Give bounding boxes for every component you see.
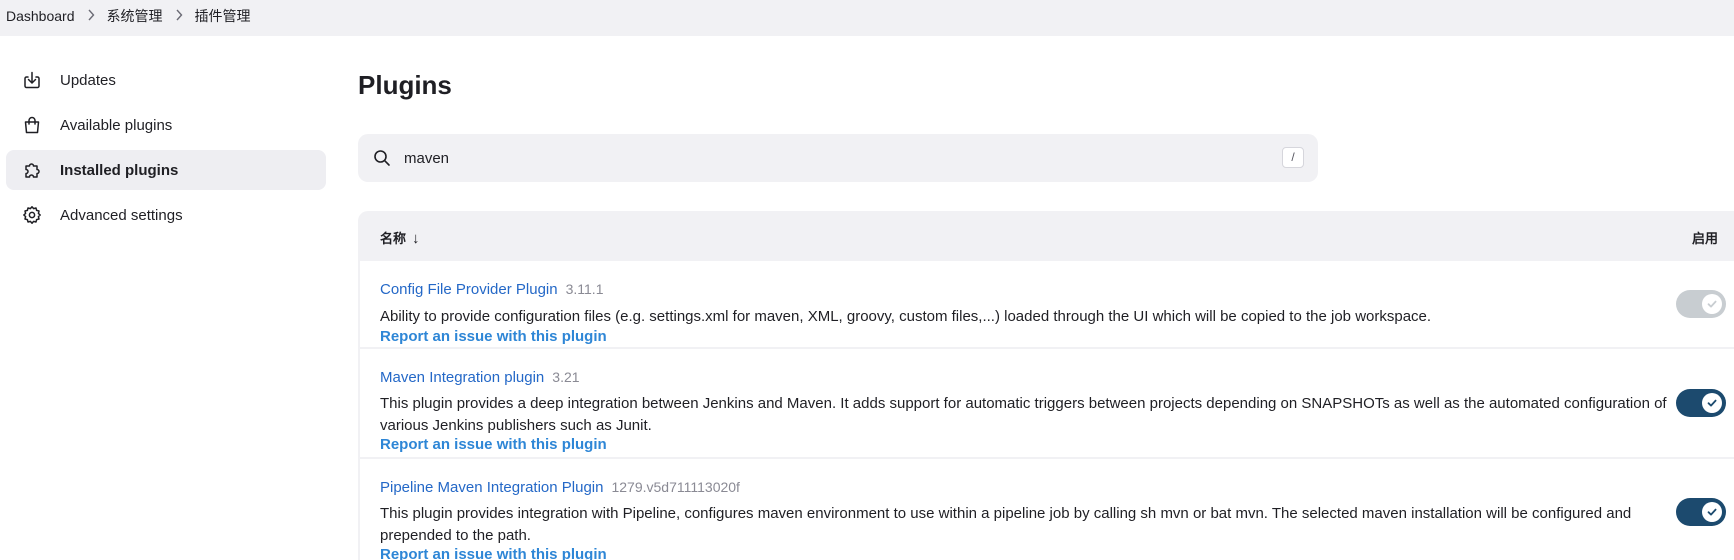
table-row: Maven Integration plugin 3.21 This plugin… bbox=[360, 349, 1734, 459]
search-bar: / bbox=[358, 134, 1318, 182]
plugins-table: 名称 ↓ 启用 Config File Provider Plugin 3.11.1… bbox=[358, 211, 1734, 560]
plugin-name: Pipeline Maven Integration Plugin bbox=[380, 479, 604, 496]
column-header-name[interactable]: 名称 ↓ bbox=[380, 228, 420, 247]
plugin-version: 3.21 bbox=[552, 369, 580, 385]
download-icon bbox=[20, 68, 44, 92]
sidebar-item-available-plugins[interactable]: Available plugins bbox=[6, 105, 326, 145]
plugin-description: This plugin provides a deep integration … bbox=[380, 395, 1667, 434]
sidebar-item-label: Available plugins bbox=[60, 116, 173, 134]
page-title: Plugins bbox=[358, 70, 452, 100]
sidebar: Updates Available plugins Installed plug… bbox=[6, 60, 326, 240]
enable-toggle[interactable] bbox=[1676, 290, 1726, 318]
check-icon bbox=[1702, 294, 1722, 314]
sidebar-item-label: Updates bbox=[60, 71, 116, 89]
column-header-name-label: 名称 bbox=[380, 231, 407, 246]
gear-icon bbox=[20, 203, 44, 227]
report-issue-link[interactable]: Report an issue with this plugin bbox=[380, 546, 607, 560]
plugin-description: This plugin provides integration with Pi… bbox=[380, 505, 1632, 544]
breadcrumb: Dashboard 系统管理 插件管理 bbox=[6, 6, 251, 26]
check-icon bbox=[1702, 502, 1722, 522]
sidebar-item-label: Advanced settings bbox=[60, 206, 183, 224]
sidebar-item-installed-plugins[interactable]: Installed plugins bbox=[6, 150, 326, 190]
report-issue-link[interactable]: Report an issue with this plugin bbox=[380, 328, 607, 345]
keyboard-shortcut-hint: / bbox=[1282, 147, 1304, 168]
breadcrumb-plugin-management[interactable]: 插件管理 bbox=[195, 6, 251, 26]
plugin-version: 3.11.1 bbox=[565, 281, 604, 297]
plugin-name: Maven Integration plugin bbox=[380, 369, 545, 386]
plugin-name-link[interactable]: Maven Integration plugin 3.21 bbox=[380, 369, 580, 386]
plugin-name-link[interactable]: Config File Provider Plugin 3.11.1 bbox=[380, 281, 603, 298]
breadcrumb-system-management[interactable]: 系统管理 bbox=[107, 6, 163, 26]
plugin-name: Config File Provider Plugin bbox=[380, 281, 558, 298]
search-input[interactable] bbox=[404, 142, 1224, 174]
sidebar-item-updates[interactable]: Updates bbox=[6, 60, 326, 100]
table-body: Config File Provider Plugin 3.11.1 Abilit… bbox=[360, 261, 1734, 560]
table-row: Config File Provider Plugin 3.11.1 Abilit… bbox=[360, 261, 1734, 349]
plugin-version: 1279.v5d711113020f bbox=[611, 479, 740, 495]
table-header: 名称 ↓ 启用 bbox=[358, 211, 1734, 261]
enable-toggle[interactable] bbox=[1676, 389, 1726, 417]
sort-arrow-icon: ↓ bbox=[412, 230, 420, 247]
chevron-right-icon bbox=[87, 9, 95, 23]
plugin-description: Ability to provide configuration files (… bbox=[380, 308, 1432, 325]
enable-toggle[interactable] bbox=[1676, 498, 1726, 526]
report-issue-link[interactable]: Report an issue with this plugin bbox=[380, 436, 607, 453]
check-icon bbox=[1702, 393, 1722, 413]
column-header-enabled[interactable]: 启用 bbox=[1692, 228, 1718, 247]
table-row: Pipeline Maven Integration Plugin 1279.v5… bbox=[360, 459, 1734, 560]
breadcrumb-dashboard[interactable]: Dashboard bbox=[6, 8, 75, 24]
puzzle-icon bbox=[20, 158, 44, 182]
search-icon bbox=[372, 148, 392, 168]
breadcrumb-bar: Dashboard 系统管理 插件管理 bbox=[0, 0, 1734, 36]
chevron-right-icon bbox=[175, 9, 183, 23]
shopping-bag-icon bbox=[20, 113, 44, 137]
sidebar-item-label: Installed plugins bbox=[60, 161, 179, 179]
plugin-name-link[interactable]: Pipeline Maven Integration Plugin 1279.v5… bbox=[380, 479, 740, 496]
sidebar-item-advanced-settings[interactable]: Advanced settings bbox=[6, 195, 326, 235]
